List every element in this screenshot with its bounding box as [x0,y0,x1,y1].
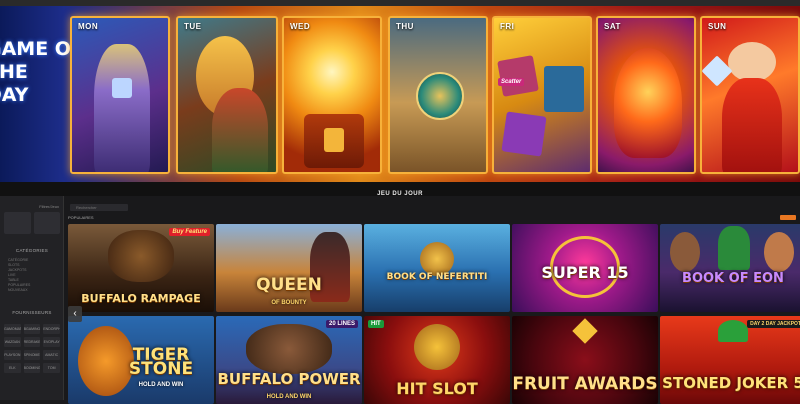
view-all-button[interactable] [780,215,796,220]
day-label-sat: SAT [604,22,621,31]
provider-logo[interactable]: BOOMING [23,363,41,373]
day-card-tue[interactable]: TUE [176,16,278,174]
provider-logo[interactable]: AMATIC [43,350,60,360]
game-tile-super-15[interactable]: SUPER 15 [512,224,658,312]
game-tile-buffalo-power[interactable]: 20 LINES BUFFALO POWER HOLD AND WIN [216,316,362,404]
game-title: BOOK OF EON [682,271,784,286]
game-subtitle: HOLD AND WIN [266,394,312,400]
provider-logo[interactable]: PLAYSON [4,350,21,360]
game-subtitle: HOLD AND WIN [138,382,184,388]
sidebar-thumb[interactable] [4,212,31,234]
game-title: FRUIT AWARDS [512,374,658,394]
game-tile-fruit-awards[interactable]: FRUIT AWARDS [512,316,658,404]
day-card-thu[interactable]: THU [388,16,488,174]
provider-logo[interactable]: GAMOMAT [4,324,21,334]
game-title: TIGER STONE [128,345,194,379]
game-subtitle: OF BOUNTY [271,300,307,306]
game-tile-hit-slot[interactable]: HIT HIT SLOT [364,316,510,404]
game-title: BOOK OF NEFERTITI [386,272,488,282]
provider-logo[interactable]: ENDORPHINA [43,324,60,334]
game-tile-stoned-joker-5[interactable]: DAY 2 DAY JACKPOT STONED JOKER 5 [660,316,800,404]
sidebar: Filtrer/Jeux CATÉGORIES CATÉGORIE SLOTS … [0,196,64,400]
game-tile-queen-of-bounty[interactable]: QUEEN OF BOUNTY [216,224,362,312]
search-placeholder: Rechercher [76,205,97,210]
day-card-wed[interactable]: WED [282,16,382,174]
jackpot-badge: DAY 2 DAY JACKPOT [747,320,800,328]
sidebar-top-thumbs [4,212,60,234]
game-of-the-day-title: GAME OF THE DAY [0,38,84,148]
game-title: BUFFALO POWER [217,370,361,388]
provider-logo[interactable]: WAZDAN [4,337,21,347]
provider-logo[interactable]: ELK [4,363,21,373]
games-area: Rechercher POPULAIRES Buy Feature BUFFAL… [64,196,800,404]
day-label-wed: WED [290,22,311,31]
chevron-left-icon: ‹ [73,308,77,319]
gotd-line-2: THE [0,61,28,83]
category-item[interactable]: NOUVEAUX [8,288,60,293]
gotd-line-3: DAY [0,84,29,106]
lines-badge: 20 LINES [325,320,358,328]
provider-logo[interactable]: REDRAKE [23,337,41,347]
hit-badge: HIT [368,320,384,328]
buy-feature-badge: Buy Feature [169,228,210,236]
sidebar-thumb[interactable] [33,212,60,234]
sidebar-filter-link[interactable]: Filtrer/Jeux [39,204,59,209]
search-input[interactable]: Rechercher [70,204,128,211]
game-title: SUPER 15 [541,263,629,282]
game-tile-book-of-nefertiti[interactable]: BOOK OF NEFERTITI [364,224,510,312]
day-label-thu: THU [396,22,414,31]
day-label-fri: FRI [500,22,515,31]
game-title: QUEEN [256,275,322,295]
provider-logo[interactable]: SPINOMENAL [23,350,41,360]
game-tile-book-of-eon[interactable]: BOOK OF EON [660,224,800,312]
scatter-badge: Scatter [498,78,525,86]
day-card-sun[interactable]: SUN [700,16,800,174]
category-list: CATÉGORIE SLOTS JACKPOTS LIVE TABLE POPU… [8,258,60,293]
provider-logo[interactable]: EVOPLAY [43,337,60,347]
carousel-prev-button[interactable]: ‹ [68,306,82,322]
jeu-du-jour-bar: JEU DU JOUR [0,182,800,197]
day-label-sun: SUN [708,22,727,31]
categories-heading: CATÉGORIES [15,248,49,253]
game-title: STONED JOKER 5 [662,374,800,392]
section-title: POPULAIRES [68,215,94,220]
provider-logo[interactable]: BGAMING [23,324,41,334]
provider-grid: GAMOMAT BGAMING ENDORPHINA WAZDAN REDRAK… [4,324,60,373]
day-label-tue: TUE [184,22,202,31]
day-card-fri[interactable]: Scatter FRI [492,16,592,174]
game-title: BUFFALO RAMPAGE [81,292,201,305]
day-card-mon[interactable]: MON [70,16,170,174]
game-tile-buffalo-rampage[interactable]: Buy Feature BUFFALO RAMPAGE [68,224,214,312]
day-label-mon: MON [78,22,99,31]
providers-heading: FOURNISSEURS [12,310,52,315]
game-of-the-day-banner: GAME OF THE DAY MON TUE WED THU Scatter … [0,0,800,182]
gotd-line-1: GAME OF [0,38,84,60]
game-title: HIT SLOT [396,379,478,398]
game-tile-tiger-stone[interactable]: TIGER STONE HOLD AND WIN [68,316,214,404]
top-strip [0,0,800,6]
provider-logo[interactable]: TOM HORN [43,363,60,373]
day-card-sat[interactable]: SAT [596,16,696,174]
